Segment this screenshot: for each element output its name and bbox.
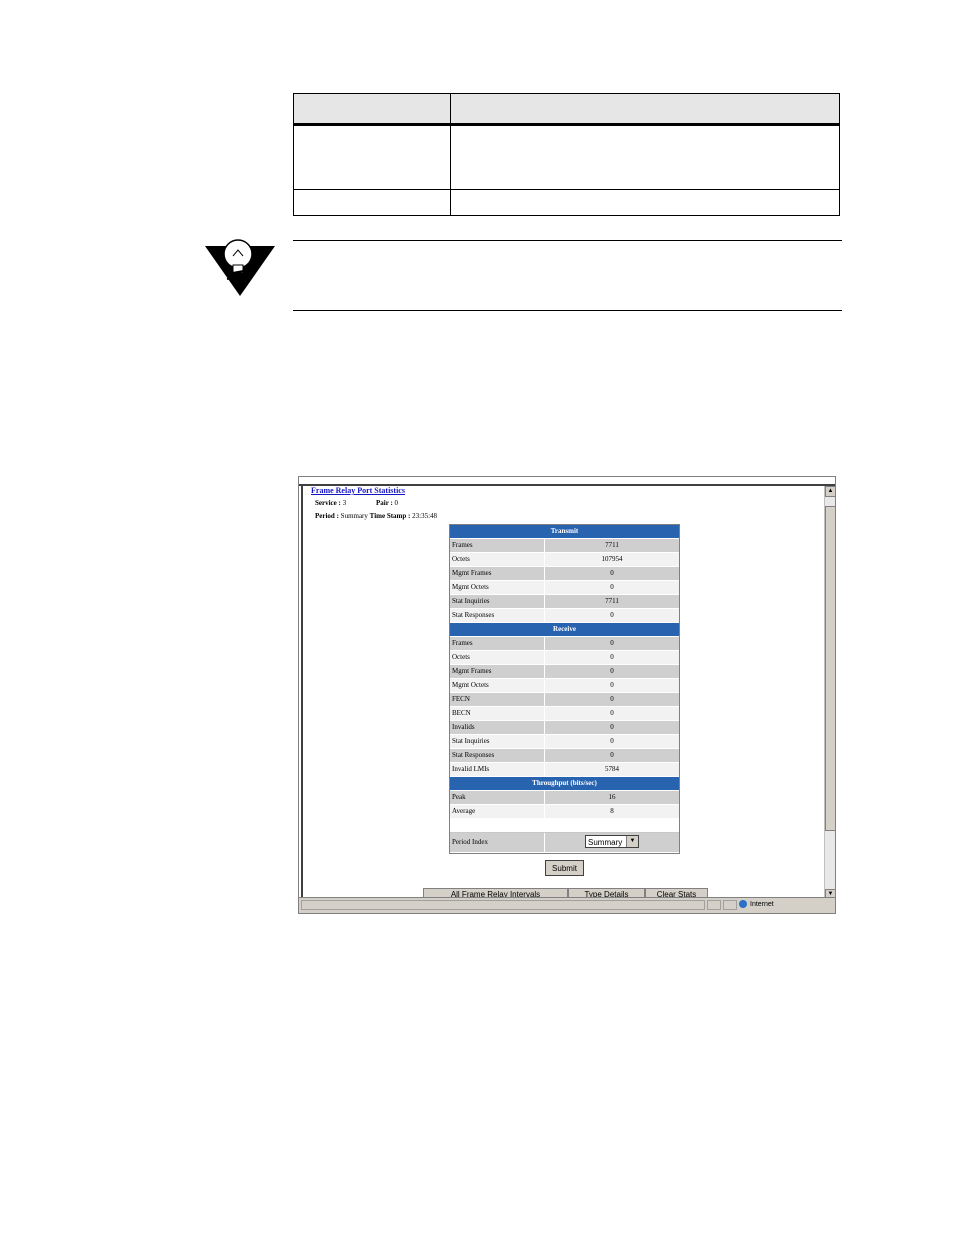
row-label: Mgmt Octets [450,581,545,594]
period-label: Period : [315,512,339,520]
table-row: Stat Responses 0 [450,749,679,763]
scrollbar-thumb[interactable] [825,506,835,831]
globe-icon [739,900,747,909]
period-index-selected: Summary [588,838,623,847]
table-row: Octets 107954 [450,553,679,567]
table-row: Frames 0 [450,637,679,651]
row-label: Stat Inquiries [450,595,545,608]
row-value: 5784 [605,765,619,773]
service-value: 3 [342,499,347,507]
service-label: Service : [315,499,341,507]
row-label: Mgmt Octets [450,679,545,692]
row-label: BECN [450,707,545,720]
row-label: Stat Responses [450,749,545,762]
chevron-down-icon[interactable]: ▼ [626,836,638,847]
statistics-table: Transmit Frames 7711 Octets 107954 Mgmt Fram… [449,524,680,854]
row-value: 0 [610,723,614,731]
timestamp-value: 23:35:48 [412,512,438,520]
row-value: 107954 [601,555,623,563]
table-row: Stat Inquiries 0 [450,735,679,749]
table-row: Stat Responses 0 [450,609,679,623]
row-value: 0 [610,583,614,591]
service-info: Service : 3 [315,499,346,507]
row-value: 0 [610,611,614,619]
period-index-cell: Summary ▼ [545,833,679,852]
row-value: 16 [608,793,616,801]
row-value: 0 [610,639,614,647]
period-index-select[interactable]: Summary ▼ [585,835,639,848]
note-top-rule [293,240,842,241]
row-value: 7711 [605,597,619,605]
table-row: Octets 0 [450,651,679,665]
throughput-header: Throughput (bits/sec) [450,777,679,791]
transmit-header: Transmit [450,525,679,539]
table-row: Invalids 0 [450,721,679,735]
period-value: Summary [340,512,368,520]
status-pane [301,900,705,910]
table-row: Mgmt Octets 0 [450,679,679,693]
browser-window: Frame Relay Port Statistics Service : 3 … [298,476,836,914]
row-label: Invalids [450,721,545,734]
document-table-header [294,94,839,126]
period-index-label: Period Index [450,833,545,852]
pair-value: 0 [394,499,399,507]
row-value: 8 [610,807,614,815]
row-value: 0 [610,737,614,745]
row-label: Octets [450,553,545,566]
timestamp-label: Time Stamp : [369,512,411,520]
table-row: Mgmt Octets 0 [450,581,679,595]
status-pane [707,900,721,910]
table-row: Peak 16 [450,791,679,805]
table-divider [294,189,839,190]
spacer-row [450,819,679,833]
window-top-frame [299,477,835,486]
row-label: Stat Responses [450,609,545,622]
row-value: 0 [610,569,614,577]
scroll-up-arrow-icon[interactable]: ▲ [825,486,835,497]
row-value: 0 [610,653,614,661]
document-table [293,93,840,216]
row-label: Invalid LMIs [450,763,545,776]
row-label: Octets [450,651,545,664]
row-value: 0 [610,695,614,703]
table-row: Average 8 [450,805,679,819]
row-value: 0 [610,709,614,717]
page-title-link[interactable]: Frame Relay Port Statistics [311,486,405,495]
table-row: Mgmt Frames 0 [450,567,679,581]
row-label: Peak [450,791,545,804]
vertical-scrollbar[interactable]: ▲ ▼ [824,486,835,900]
page-content: Frame Relay Port Statistics Service : 3 … [303,486,823,900]
row-label: Mgmt Frames [450,665,545,678]
status-bar: Internet [299,897,835,913]
security-zone: Internet [739,900,774,910]
row-label: Frames [450,637,545,650]
zone-label: Internet [750,901,774,908]
row-label: FECN [450,693,545,706]
table-row: BECN 0 [450,707,679,721]
row-value: 0 [610,681,614,689]
row-label: Mgmt Frames [450,567,545,580]
row-value: 7711 [605,541,619,549]
status-pane [723,900,737,910]
table-row: Stat Inquiries 7711 [450,595,679,609]
row-label: Average [450,805,545,818]
table-row: FECN 0 [450,693,679,707]
period-index-row: Period Index Summary ▼ [450,833,679,853]
note-bottom-rule [293,310,842,311]
receive-header: Receive [450,623,679,637]
table-row: Mgmt Frames 0 [450,665,679,679]
row-label: Stat Inquiries [450,735,545,748]
table-row: Frames 7711 [450,539,679,553]
pair-info: Pair : 0 [376,499,398,507]
row-value: 0 [610,751,614,759]
submit-button[interactable]: Submit [545,860,584,876]
period-info: Period : Summary Time Stamp : 23:35:48 [315,512,437,520]
row-label: Frames [450,539,545,552]
row-value: 0 [610,667,614,675]
table-row: Invalid LMIs 5784 [450,763,679,777]
lightbulb-icon [205,239,275,296]
table-divider [450,94,451,215]
pair-label: Pair : [376,499,393,507]
